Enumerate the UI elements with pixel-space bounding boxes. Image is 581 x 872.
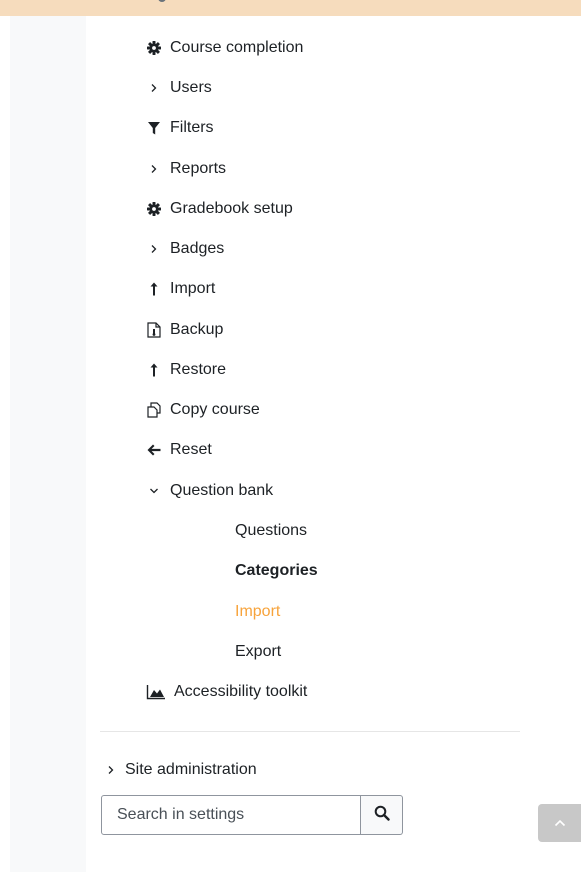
nav-item-label: Copy course [170, 401, 260, 418]
backup-file-icon [146, 322, 162, 338]
nav-item-label: Import [170, 280, 216, 297]
subnav-item-label: Categories [235, 562, 318, 579]
nav-item-label: Accessibility toolkit [174, 683, 308, 700]
subnav-item-import-active[interactable]: Import [235, 592, 280, 632]
nav-item-copy-course[interactable]: Copy course [146, 390, 260, 430]
filter-icon [146, 120, 162, 136]
nav-item-filters[interactable]: Filters [146, 108, 214, 148]
upload-arrow-icon [146, 362, 162, 378]
chevron-right-icon [146, 80, 162, 96]
nav-item-question-bank[interactable]: Question bank [146, 471, 273, 511]
nav-item-label: Course completion [170, 39, 304, 56]
upload-arrow-icon [146, 281, 162, 297]
nav-item-accessibility-toolkit[interactable]: Accessibility toolkit [146, 672, 307, 712]
nav-item-label: Site administration [125, 761, 257, 778]
chart-area-icon [146, 684, 166, 700]
nav-item-site-administration[interactable]: Site administration [105, 750, 257, 790]
nav-item-import[interactable]: Import [146, 269, 215, 309]
subnav-item-categories[interactable]: Categories [235, 551, 318, 591]
chevron-right-icon [105, 762, 117, 778]
gear-icon [146, 40, 162, 56]
subnav-item-label: Import [235, 603, 281, 620]
copy-icon [146, 402, 162, 418]
nav-item-restore[interactable]: Restore [146, 350, 226, 390]
nav-item-label: Filters [170, 119, 214, 136]
section-divider [100, 731, 520, 732]
nav-item-label: Gradebook setup [170, 200, 293, 217]
nav-item-course-completion[interactable]: Course completion [146, 28, 303, 68]
nav-item-reports[interactable]: Reports [146, 149, 226, 189]
back-to-top-button[interactable] [538, 804, 581, 842]
nav-item-label: Users [170, 79, 212, 96]
chevron-right-icon [146, 241, 162, 257]
nav-item-label: Badges [170, 240, 225, 257]
subnav-item-export[interactable]: Export [235, 632, 281, 672]
chevron-right-icon [146, 161, 162, 177]
settings-panel [10, 16, 538, 872]
chevron-down-icon [146, 483, 162, 499]
nav-item-users[interactable]: Users [146, 68, 212, 108]
subnav-item-label: Export [235, 643, 282, 660]
nav-item-backup[interactable]: Backup [146, 310, 223, 350]
nav-item-label: Restore [170, 361, 227, 378]
nav-item-badges[interactable]: Badges [146, 229, 224, 269]
nav-item-label: Question bank [170, 482, 274, 499]
nav-item-label: Reports [170, 160, 227, 177]
arrow-left-icon [146, 442, 162, 458]
nav-item-reset[interactable]: Reset [146, 430, 212, 470]
partially-visible-nav-item [154, 0, 414, 16]
gear-icon [146, 201, 162, 217]
nav-item-label: Reset [170, 441, 212, 458]
cut-off-icon [158, 0, 166, 2]
search-button[interactable] [361, 795, 403, 835]
search-input[interactable] [101, 795, 361, 835]
nav-item-gradebook-setup[interactable]: Gradebook setup [146, 189, 293, 229]
subnav-item-label: Questions [235, 522, 308, 539]
settings-search [101, 795, 403, 835]
chevron-up-icon [554, 814, 566, 832]
nav-item-label: Backup [170, 321, 224, 338]
search-icon [374, 805, 390, 826]
subnav-item-questions[interactable]: Questions [235, 511, 307, 551]
